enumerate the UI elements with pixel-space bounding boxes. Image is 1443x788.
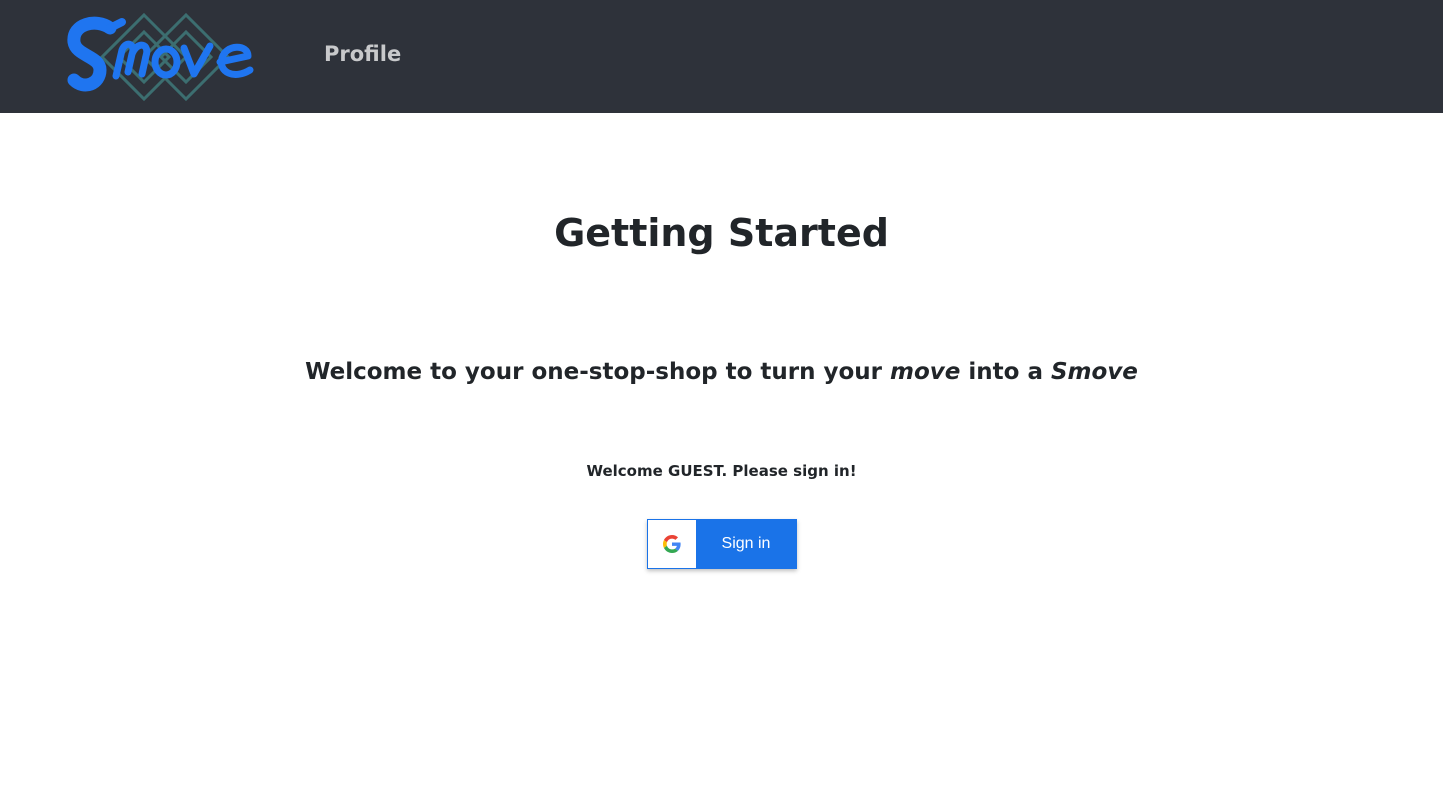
guest-message: Welcome GUEST. Please sign in! bbox=[586, 462, 857, 480]
welcome-message: Welcome to your one-stop-shop to turn yo… bbox=[0, 359, 1443, 385]
nav-link-profile[interactable]: Profile bbox=[324, 42, 401, 66]
welcome-emphasis-move: move bbox=[890, 359, 961, 385]
smove-logo-image bbox=[67, 12, 254, 102]
welcome-middle: into a bbox=[960, 359, 1051, 385]
google-sign-in-button[interactable]: Sign in bbox=[647, 519, 797, 569]
smove-logo[interactable] bbox=[66, 10, 260, 104]
navbar: Profile bbox=[0, 0, 1443, 113]
main-content: Getting Started Welcome to your one-stop… bbox=[0, 113, 1443, 788]
page-title: Getting Started bbox=[554, 211, 889, 255]
sign-in-label: Sign in bbox=[721, 535, 771, 552]
welcome-emphasis-smove: Smove bbox=[1050, 359, 1138, 385]
welcome-prefix: Welcome to your one-stop-shop to turn yo… bbox=[305, 359, 891, 385]
google-icon-container bbox=[648, 520, 696, 568]
google-icon bbox=[663, 535, 681, 553]
